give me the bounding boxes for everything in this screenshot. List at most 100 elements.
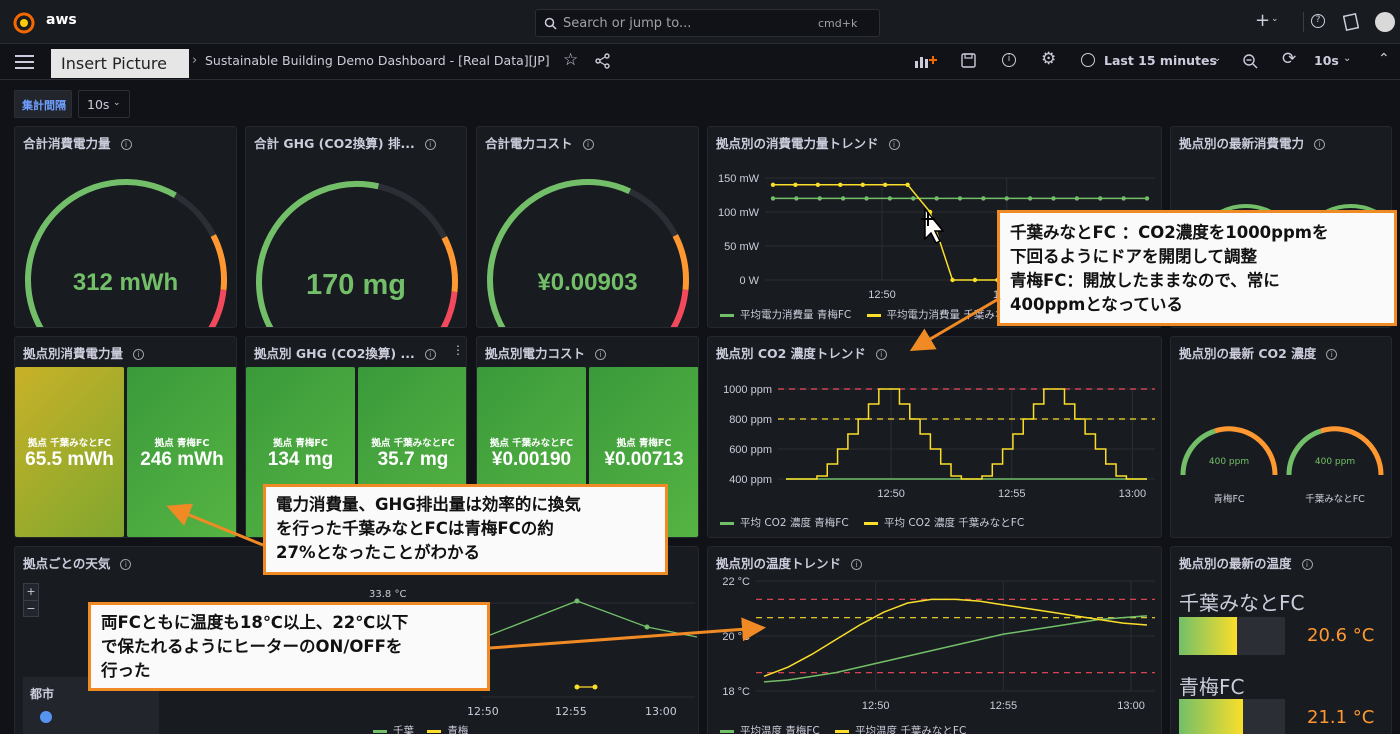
interval-select-value: 10s — [87, 97, 110, 112]
avatar[interactable] — [1375, 12, 1395, 32]
panel-total-ghg[interactable]: 合計 GHG (CO2換算) 排... i 170 mg — [245, 126, 467, 328]
callout-line: 両FCともに温度も18℃以上、22℃以下 — [101, 613, 409, 632]
data-point — [950, 277, 955, 283]
legend-swatch — [866, 313, 881, 317]
gauge-label: 青梅FC — [1213, 494, 1245, 505]
breadcrumb-separator: › — [192, 53, 198, 68]
callout-line: 下回るようにドアを開閉して調整 — [1010, 247, 1258, 266]
panel-total-power[interactable]: 合計消費電力量 i 312 mWh — [14, 126, 237, 328]
dashboard-info-icon[interactable]: i — [1002, 53, 1016, 67]
panel-latest-temp[interactable]: 拠点別の最新の温度 i 千葉みなとFC 20.6 °C 青梅FC 21.1 °C — [1170, 546, 1392, 734]
legend-item[interactable]: 千葉 — [393, 725, 414, 734]
info-icon[interactable]: i — [424, 139, 436, 150]
panel-total-cost[interactable]: 合計電力コスト i ¥0.00903 — [476, 126, 699, 328]
refresh-icon[interactable]: ⟳ — [1282, 49, 1296, 69]
info-icon[interactable]: i — [1326, 349, 1338, 360]
callout-line: を行った千葉みなとFCは青梅FCの約 — [276, 519, 554, 538]
menu-icon[interactable] — [15, 55, 34, 69]
info-icon[interactable]: i — [133, 349, 145, 360]
stat-tile[interactable]: 拠点 青梅FC 246 mWh — [127, 367, 236, 537]
info-icon[interactable]: i — [424, 349, 436, 360]
info-icon[interactable]: i — [1314, 139, 1326, 150]
data-point — [1144, 196, 1150, 201]
data-point — [957, 196, 963, 201]
help-icon[interactable]: ? — [1311, 14, 1325, 28]
x-tick-label: 12:50 — [877, 488, 905, 500]
gauge-track — [256, 181, 458, 327]
info-icon[interactable]: i — [1301, 559, 1313, 570]
news-icon[interactable] — [1343, 13, 1359, 31]
legend-swatch — [864, 521, 879, 525]
panel-temp-trend[interactable]: 拠点別の温度トレンド i 22 °C 20 °C 18 °C 12:50 12:55 13:… — [707, 546, 1162, 734]
save-icon[interactable] — [961, 53, 976, 68]
chevron-down-icon[interactable]: ⌄ — [1271, 14, 1279, 24]
search-shortcut: cmd+k — [818, 17, 858, 30]
zoom-out-icon[interactable] — [1242, 53, 1258, 69]
gauge-label: 千葉みなとFC — [1305, 494, 1365, 505]
legend-item[interactable]: 平均温度 千葉みなとFC — [855, 725, 966, 734]
panel-menu-icon[interactable]: ⋮ — [452, 343, 464, 357]
legend-swatch — [373, 729, 387, 733]
time-range-chevron-icon[interactable]: ⌄ — [1213, 53, 1221, 64]
y-tick-label: 150 mW — [718, 173, 760, 185]
legend-swatch — [427, 729, 442, 733]
gauge — [487, 179, 689, 327]
temp-value: 21.1 °C — [1307, 707, 1375, 728]
panel-title: 拠点別の最新消費電力 — [1179, 136, 1305, 151]
add-panel-icon[interactable] — [914, 53, 938, 69]
refresh-interval[interactable]: 10s — [1314, 53, 1339, 68]
search-icon — [544, 17, 557, 30]
info-icon[interactable]: i — [120, 139, 132, 150]
stat-value: ¥0.00190 — [491, 449, 572, 470]
y-tick-label: 100 mW — [718, 207, 760, 219]
data-point — [1004, 196, 1009, 201]
search-bar[interactable]: Search or jump to... cmd+k — [535, 9, 880, 37]
callout-line: 青梅FC：開放したままなので、常に — [1010, 271, 1280, 290]
panel-latest-co2[interactable]: 拠点別の最新 CO2 濃度 i 400 ppm 400 ppm 青梅FC 千葉みな… — [1170, 336, 1392, 538]
star-icon[interactable]: ☆ — [563, 50, 578, 70]
x-tick-label: 13:00 — [645, 705, 677, 718]
panel-title: 拠点別消費電力量 — [23, 346, 124, 361]
info-icon[interactable]: i — [582, 139, 594, 150]
grafana-logo-icon[interactable] — [13, 12, 35, 34]
panel-title: 拠点別の最新の温度 — [1179, 556, 1292, 571]
panel-site-power[interactable]: 拠点別消費電力量 i 拠点 千葉みなとFC 65.5 mWh 拠点 青梅FC 24… — [14, 336, 237, 538]
data-point — [1098, 196, 1103, 201]
data-point — [817, 196, 822, 201]
y-tick-label: 600 ppm — [729, 444, 772, 456]
panel-title: 合計 GHG (CO2換算) 排... — [254, 136, 415, 151]
data-point — [838, 182, 843, 187]
stat-label: 拠点 青梅FC — [273, 438, 328, 449]
temp-bar-track — [1179, 617, 1285, 655]
gauge-value: ¥0.00903 — [537, 269, 638, 296]
legend-item[interactable]: 平均電力消費量 青梅FC — [740, 309, 851, 321]
legend-item[interactable]: 平均温度 青梅FC — [740, 725, 820, 734]
legend-item[interactable]: 平均 CO2 濃度 千葉みなとFC — [884, 517, 1024, 529]
gauge-fill — [25, 179, 177, 327]
add-button[interactable]: + — [1255, 10, 1270, 31]
panel-co2-trend[interactable]: 拠点別 CO2 濃度トレンド i 1000 ppm 800 ppm 600 ppm 40… — [707, 336, 1162, 538]
time-range-picker[interactable]: Last 15 minutes — [1104, 53, 1217, 68]
legend-swatch — [720, 729, 734, 733]
info-icon[interactable]: i — [595, 349, 607, 360]
refresh-chevron-icon[interactable]: ⌄ — [1343, 53, 1351, 64]
legend-item[interactable]: 青梅 — [447, 725, 468, 734]
breadcrumb[interactable]: Sustainable Building Demo Dashboard - [R… — [205, 53, 550, 68]
x-tick-label: 12:50 — [862, 700, 890, 712]
interval-select[interactable]: 10s ⌄ — [78, 90, 130, 118]
co2-gauges — [1180, 426, 1384, 476]
data-point — [981, 196, 986, 201]
legend-item[interactable]: 平均 CO2 濃度 青梅FC — [740, 517, 849, 529]
divider — [1303, 12, 1304, 32]
collapse-chevron-icon[interactable]: ⌃ — [1378, 51, 1390, 67]
series-line — [786, 388, 1147, 480]
zoom-out-button[interactable]: − — [24, 600, 38, 616]
settings-gear-icon[interactable]: ⚙ — [1041, 49, 1056, 69]
gauge-value: 312 mWh — [72, 269, 179, 296]
info-icon[interactable]: i — [120, 559, 132, 570]
zoom-in-button[interactable]: + — [24, 584, 38, 600]
share-icon[interactable] — [595, 53, 611, 69]
site-name: 青梅FC — [1179, 675, 1245, 699]
stat-tile[interactable]: 拠点 千葉みなとFC 65.5 mWh — [15, 367, 124, 537]
panel-title: 拠点別の最新 CO2 濃度 — [1179, 346, 1317, 361]
